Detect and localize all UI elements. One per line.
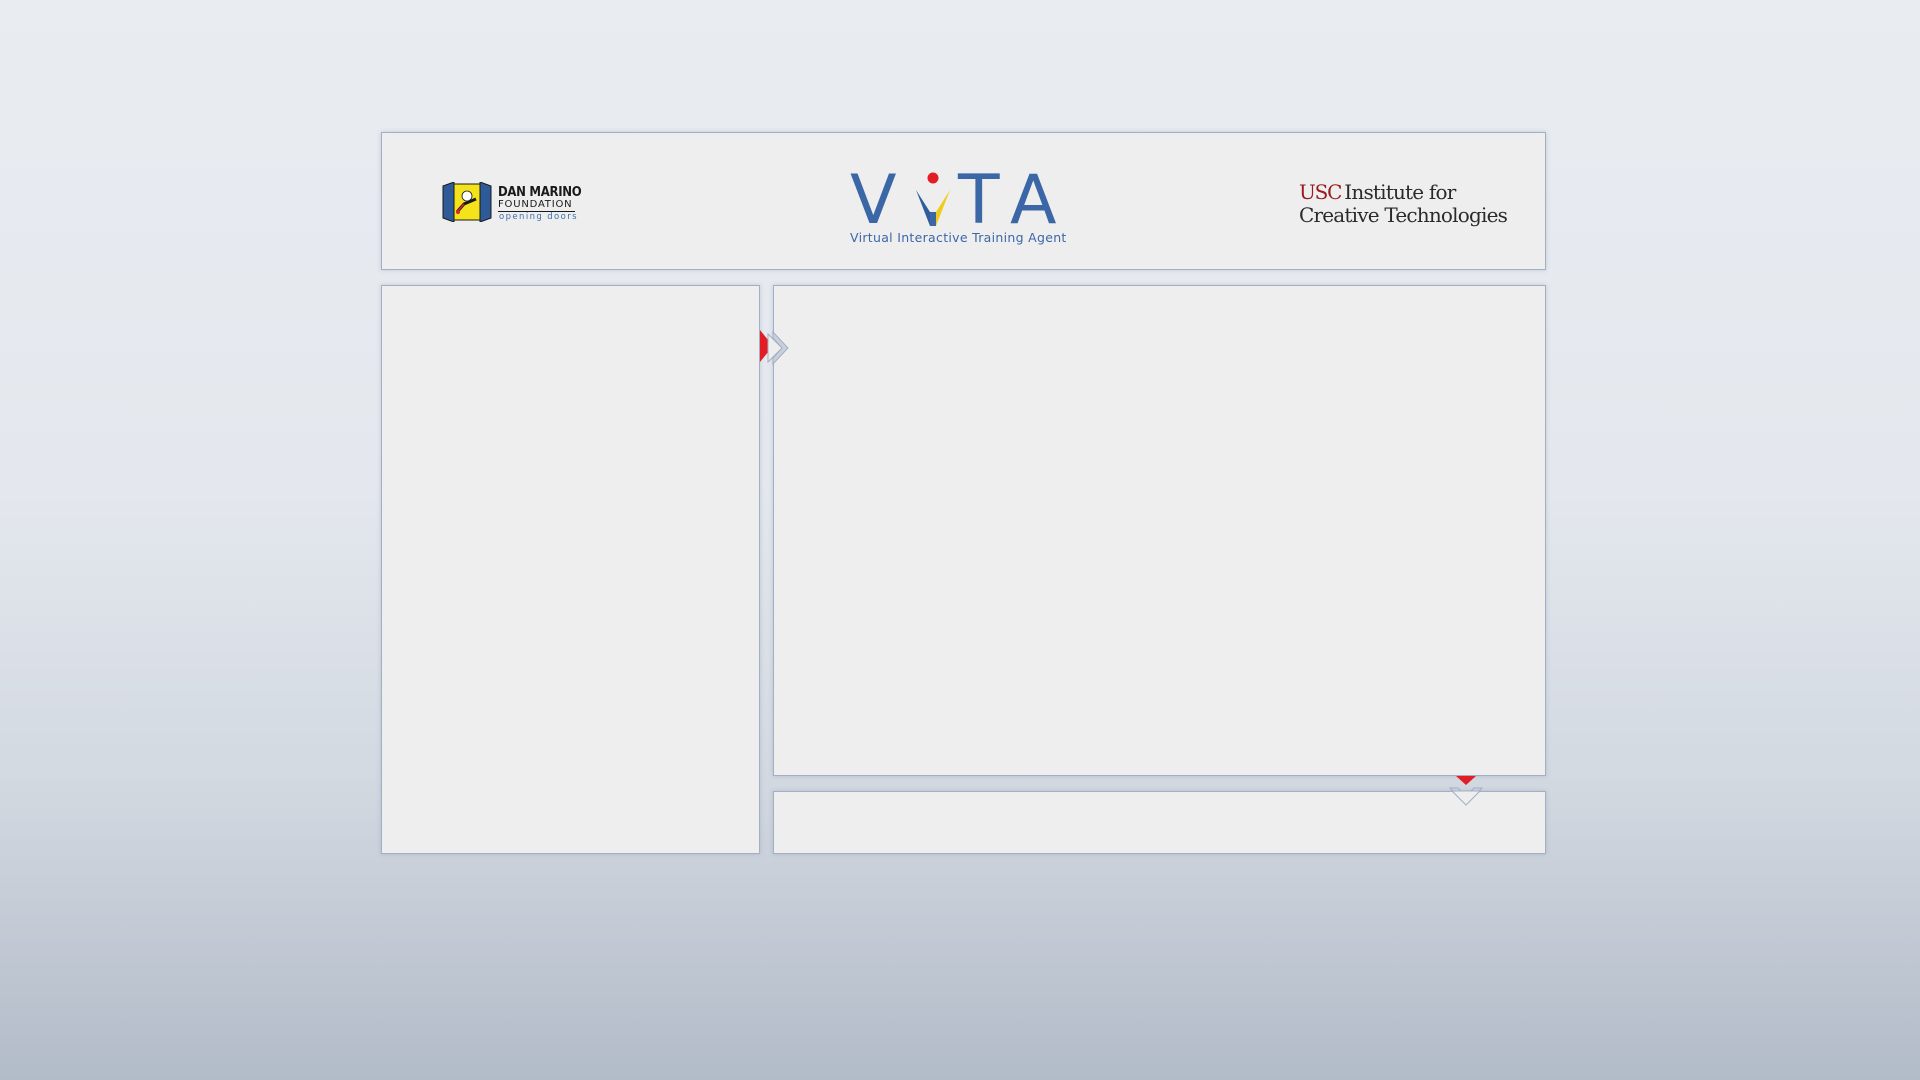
main-panel	[773, 285, 1546, 776]
logo-tagline: opening doors	[499, 212, 578, 222]
vita-letter-i-icon	[916, 172, 950, 226]
dan-marino-foundation-logo: DAN MARINO FOUNDATION opening doors	[442, 180, 582, 225]
left-panel	[381, 285, 760, 854]
usc-institute-text: Institute for	[1344, 180, 1456, 204]
bottom-panel	[773, 791, 1546, 854]
usc-logo-line1: USC Institute for	[1299, 180, 1456, 204]
vita-letter-v: V	[850, 161, 897, 230]
chevron-down-icon	[1448, 776, 1484, 806]
chevron-right-icon	[760, 330, 789, 366]
open-door-icon	[442, 182, 492, 222]
vita-logo: V T A Virtual Interactive Training Agent	[850, 161, 1070, 252]
vita-letter-a: A	[1010, 161, 1057, 230]
logo-org: FOUNDATION	[498, 199, 573, 210]
usc-ict-logo: USC Institute for Creative Technologies	[1299, 180, 1508, 232]
usc-wordmark: USC	[1299, 180, 1342, 204]
vita-letter-t: T	[957, 161, 1000, 230]
logo-name: DAN MARINO	[498, 185, 582, 200]
vita-subtitle: Virtual Interactive Training Agent	[850, 230, 1067, 245]
usc-logo-line2: Creative Technologies	[1299, 203, 1508, 227]
vita-wordmark: V T A	[850, 161, 1057, 230]
